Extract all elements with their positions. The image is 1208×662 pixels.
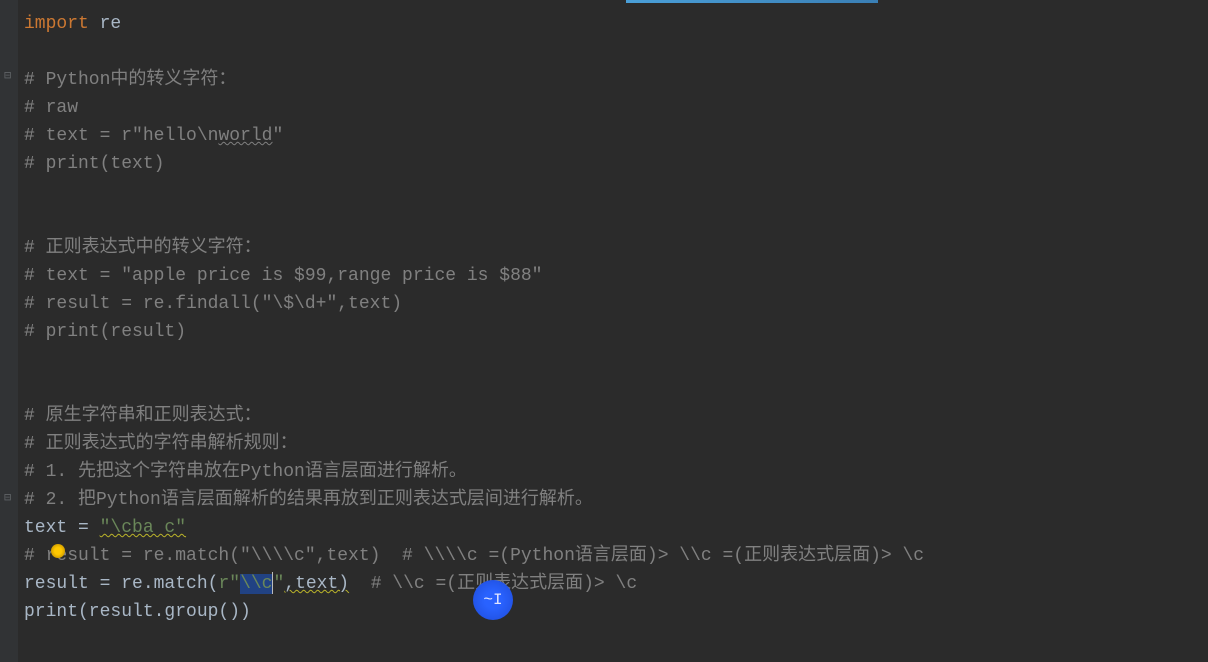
code-line[interactable] — [24, 178, 1202, 206]
code-line[interactable]: import re — [24, 10, 1202, 38]
code-line[interactable] — [24, 346, 1202, 374]
string-open: " — [229, 574, 240, 594]
code-line[interactable]: text = "\cba c" — [24, 514, 1202, 542]
module-name: re — [89, 14, 121, 34]
fold-marker-icon[interactable]: ⊟ — [4, 484, 11, 512]
string-close: " — [273, 574, 284, 594]
code-line[interactable]: # 正则表达式的字符串解析规则： — [24, 430, 1202, 458]
fold-marker-icon[interactable]: ⊟ — [4, 62, 11, 90]
code-editor[interactable]: ⊟ ⊟ import re # Python中的转义字符： # raw # te… — [0, 0, 1208, 662]
code-line[interactable]: # 1. 先把这个字符串放在Python语言层面进行解析。 — [24, 458, 1202, 486]
code-line[interactable] — [24, 38, 1202, 66]
code-text: result = re.match( — [24, 574, 218, 594]
code-line[interactable] — [24, 206, 1202, 234]
text-caret — [272, 572, 273, 594]
gutter[interactable]: ⊟ ⊟ — [0, 0, 18, 662]
code-line[interactable]: # 2. 把Python语言层面解析的结果再放到正则表达式层间进行解析。 — [24, 486, 1202, 514]
keyword-import: import — [24, 14, 89, 34]
comment-text: # 正则表达式的字符串解析规则： — [24, 434, 298, 454]
code-line[interactable]: # raw — [24, 94, 1202, 122]
code-line[interactable]: # 正则表达式中的转义字符： — [24, 234, 1202, 262]
comment-text: # result = re.match("\\\\c",text) # \\\\… — [24, 546, 924, 566]
code-line[interactable]: # print(result) — [24, 318, 1202, 346]
code-line[interactable]: result = re.match(r"\\c",text) # \\c =(正… — [24, 570, 1202, 598]
code-line[interactable]: # Python中的转义字符： — [24, 66, 1202, 94]
code-line[interactable]: # result = re.findall("\$\d+",text) — [24, 290, 1202, 318]
code-text: text = — [24, 518, 100, 538]
comment-text: # Python中的转义字符： — [24, 70, 236, 90]
code-line[interactable]: # text = r"hello\nworld" — [24, 122, 1202, 150]
comment-text: # \\c =(正则表达式层面)> \c — [349, 574, 637, 594]
code-line[interactable]: # result = re.match("\\\\c",text) # \\\\… — [24, 542, 1202, 570]
comment-text: # print(result) — [24, 322, 186, 342]
comment-text: # text = "apple price is $99,range price… — [24, 266, 542, 286]
code-line[interactable]: # print(text) — [24, 150, 1202, 178]
code-line[interactable] — [24, 374, 1202, 402]
comment-text: # raw — [24, 98, 78, 118]
comment-text: # 2. 把Python语言层面解析的结果再放到正则表达式层间进行解析。 — [24, 490, 593, 510]
string-literal: "\cba c" — [100, 518, 186, 538]
intention-bulb-icon[interactable] — [51, 544, 65, 558]
comment-text: # result = re.findall("\$\d+",text) — [24, 294, 402, 314]
raw-prefix: r — [218, 574, 229, 594]
comment-text: # print(text) — [24, 154, 164, 174]
comment-text: # 1. 先把这个字符串放在Python语言层面进行解析。 — [24, 462, 467, 482]
code-text: print(result.group()) — [24, 602, 251, 622]
comment-text: # 原生字符串和正则表达式： — [24, 406, 262, 426]
code-area[interactable]: import re # Python中的转义字符： # raw # text =… — [18, 0, 1208, 662]
code-line[interactable]: # text = "apple price is $99,range price… — [24, 262, 1202, 290]
comment-text: # 正则表达式中的转义字符： — [24, 238, 262, 258]
selected-text: \\c — [240, 574, 272, 594]
code-text: ,text) — [284, 574, 349, 594]
comment-text: # text = r"hello\nworld" — [24, 126, 283, 146]
code-line[interactable]: # 原生字符串和正则表达式： — [24, 402, 1202, 430]
code-line[interactable]: print(result.group()) — [24, 598, 1202, 626]
